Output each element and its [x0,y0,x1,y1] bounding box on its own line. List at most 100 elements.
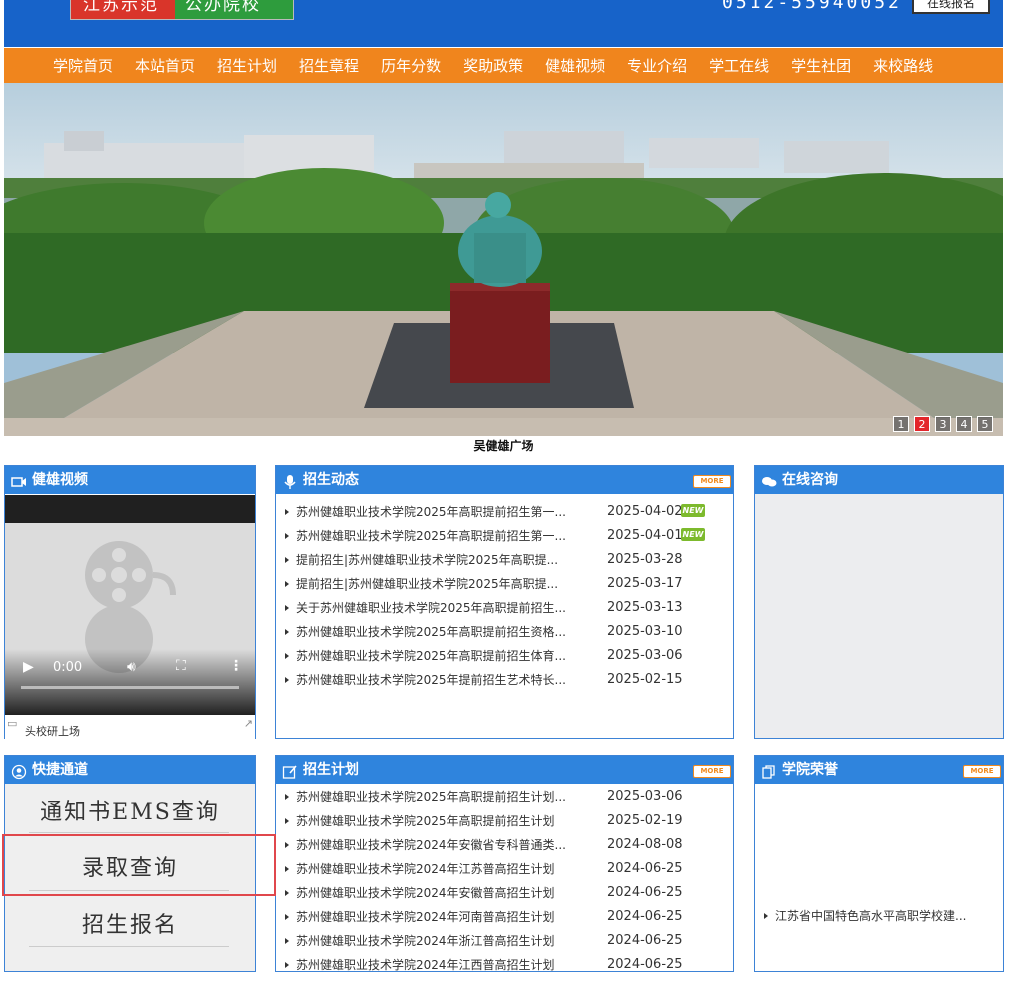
banner-page-2[interactable]: 2 [914,416,930,432]
admission-plan-panel: 招生计划 MORE 苏州健雄职业技术学院2025年高职提前招生计划... 2025… [275,755,734,972]
list-item[interactable]: 苏州健雄职业技术学院2025年高职提前招生资格... 2025-03-10 [276,620,733,644]
list-item-title: 苏州健雄职业技术学院2025年高职提前招生计划... [296,790,566,804]
logo-left-text: 江苏示范 [71,0,175,19]
main-nav: 学院首页 本站首页 招生计划 招生章程 历年分数 奖助政策 健雄视频 专业介绍 … [4,48,1003,83]
nav-item-student-affairs[interactable]: 学工在线 [709,55,769,76]
admission-plan-list: 苏州健雄职业技术学院2025年高职提前招生计划... 2025-03-06 苏州健雄… [276,784,733,977]
list-item[interactable]: 提前招生|苏州健雄职业技术学院2025年高职提... 2025-03-28 [276,548,733,572]
online-apply-button[interactable]: 在线报名 [912,0,990,14]
nav-item-videos[interactable]: 健雄视频 [545,55,605,76]
new-badge: NEW [681,504,705,517]
volume-icon[interactable]: 🔊︎ [127,659,136,675]
camera-icon: ▭ [7,717,18,730]
video-player[interactable]: ▶ 0:00 🔊︎ ⛶ ⋮ [5,495,255,715]
admission-plan-more-button[interactable]: MORE [693,765,731,778]
microphone-icon [282,472,298,489]
nav-item-scholarship[interactable]: 奖助政策 [463,55,523,76]
list-item[interactable]: 苏州健雄职业技术学院2025年高职提前招生体育... 2025-03-06 [276,644,733,668]
list-item[interactable]: 苏州健雄职业技术学院2025年高职提前招生第一... 2025-04-02 NEW [276,500,733,524]
online-consult-header: 在线咨询 [755,466,1003,494]
admissions-news-header: 招生动态 MORE [276,466,733,494]
list-item-title: 苏州健雄职业技术学院2025年高职提前招生计划 [296,814,555,828]
banner-page-4[interactable]: 4 [956,416,972,432]
nav-item-past-scores[interactable]: 历年分数 [381,55,441,76]
list-item-title: 苏州健雄职业技术学院2025年高职提前招生第一... [296,529,566,543]
video-panel-title: 健雄视频 [32,472,88,488]
banner-slideshow[interactable]: 1 2 3 4 5 [4,83,1003,436]
quick-links-header: 快捷通道 [5,756,255,784]
list-item-date: 2024-06-25 [607,957,683,972]
nav-item-admission-rules[interactable]: 招生章程 [299,55,359,76]
video-controls: ▶ 0:00 🔊︎ ⛶ ⋮ [5,649,255,715]
nav-item-directions[interactable]: 来校路线 [873,55,933,76]
list-item[interactable]: 苏州健雄职业技术学院2024年安徽普高招生计划 2024-06-25 [276,881,733,905]
ems-notice-query-link[interactable]: 通知书EMS查询 [5,794,255,826]
list-item-date: 2025-04-02 [607,504,683,519]
video-camera-icon [11,472,27,488]
nav-item-clubs[interactable]: 学生社团 [791,55,851,76]
video-time: 0:00 [53,660,83,675]
list-item-title: 苏州健雄职业技术学院2025年高职提前招生体育... [296,649,566,663]
banner-page-3[interactable]: 3 [935,416,951,432]
video-panel: 健雄视频 ▶ 0:00 🔊︎ ⛶ ⋮ ▭ 头校研上场 ↗ [4,465,256,739]
list-item-date: 2025-03-06 [607,648,683,663]
list-item-date: 2024-06-25 [607,909,683,924]
online-consult-title: 在线咨询 [782,472,838,488]
list-item-date: 2024-06-25 [607,885,683,900]
list-item[interactable]: 苏州健雄职业技术学院2025年提前招生艺术特长... 2025-02-15 [276,668,733,692]
phone-number: 0512-55940052 [722,0,902,13]
banner-pager: 1 2 3 4 5 [893,416,993,432]
admissions-news-list: 苏州健雄职业技术学院2025年高职提前招生第一... 2025-04-02 NEW 苏… [276,494,733,692]
college-honors-title: 学院荣誉 [782,762,838,778]
edit-note-icon [282,762,298,779]
admission-plan-header: 招生计划 MORE [276,756,733,784]
banner-page-5[interactable]: 5 [977,416,993,432]
list-item-title: 苏州健雄职业技术学院2025年高职提前招生资格... [296,625,566,639]
college-honors-more-button[interactable]: MORE [963,765,1001,778]
fullscreen-icon[interactable]: ⛶ [176,658,186,674]
nav-item-college-home[interactable]: 学院首页 [53,55,113,76]
list-item[interactable]: 苏州健雄职业技术学院2024年安徽省专科普通类... 2024-08-08 [276,833,733,857]
enrollment-signup-link[interactable]: 招生报名 [5,907,255,939]
header-bar: 江苏示范 公办院校 0512-55940052 在线报名 [4,0,1003,47]
list-item[interactable]: 苏州健雄职业技术学院2024年江西普高招生计划 2024-06-25 [276,953,733,977]
chat-bubble-icon [761,472,777,488]
nav-item-admission-plan[interactable]: 招生计划 [217,55,277,76]
admissions-news-more-button[interactable]: MORE [693,475,731,488]
play-icon[interactable]: ▶ [23,659,34,675]
external-link-icon[interactable]: ↗ [244,717,253,730]
list-item-title: 苏州健雄职业技术学院2024年浙江普高招生计划 [296,934,555,948]
video-panel-header: 健雄视频 [5,466,255,494]
list-item[interactable]: 苏州健雄职业技术学院2025年高职提前招生计划... 2025-03-06 [276,785,733,809]
list-item-date: 2024-08-08 [607,837,683,852]
list-item-date: 2025-03-10 [607,624,683,639]
video-footer-text[interactable]: 头校研上场 [25,723,80,739]
nav-item-site-home[interactable]: 本站首页 [135,55,195,76]
list-item-date: 2024-06-25 [607,933,683,948]
list-item-title: 提前招生|苏州健雄职业技术学院2025年高职提... [296,577,559,591]
divider [29,832,229,833]
logo[interactable]: 江苏示范 公办院校 [70,0,294,20]
list-item-title: 苏州健雄职业技术学院2024年江苏普高招生计划 [296,862,555,876]
list-item[interactable]: 苏州健雄职业技术学院2024年浙江普高招生计划 2024-06-25 [276,929,733,953]
list-item-title: 苏州健雄职业技术学院2024年河南普高招生计划 [296,910,555,924]
list-item-title: 苏州健雄职业技术学院2024年安徽省专科普通类... [296,838,566,852]
nav-item-majors[interactable]: 专业介绍 [627,55,687,76]
list-item[interactable]: 提前招生|苏州健雄职业技术学院2025年高职提... 2025-03-17 [276,572,733,596]
list-item-title: 苏州健雄职业技术学院2024年安徽普高招生计划 [296,886,555,900]
admission-plan-title: 招生计划 [303,762,359,778]
list-item[interactable]: 苏州健雄职业技术学院2025年高职提前招生计划 2025-02-19 [276,809,733,833]
more-options-icon[interactable]: ⋮ [229,658,243,674]
list-item[interactable]: 苏州健雄职业技术学院2024年河南普高招生计划 2024-06-25 [276,905,733,929]
list-item[interactable]: 苏州健雄职业技术学院2025年高职提前招生第一... 2025-04-01 NEW [276,524,733,548]
college-honors-list: 江苏省中国特色高水平高职学校建... [755,904,1003,928]
banner-caption: 吴健雄广场 [4,436,1003,456]
banner-page-1[interactable]: 1 [893,416,909,432]
list-item-date: 2025-02-19 [607,813,683,828]
list-item-date: 2025-04-01 [607,528,683,543]
video-progress-bar[interactable] [21,686,239,689]
list-item-date: 2025-03-13 [607,600,683,615]
list-item[interactable]: 江苏省中国特色高水平高职学校建... [755,904,1003,928]
list-item[interactable]: 苏州健雄职业技术学院2024年江苏普高招生计划 2024-06-25 [276,857,733,881]
list-item[interactable]: 关于苏州健雄职业技术学院2025年高职提前招生... 2025-03-13 [276,596,733,620]
